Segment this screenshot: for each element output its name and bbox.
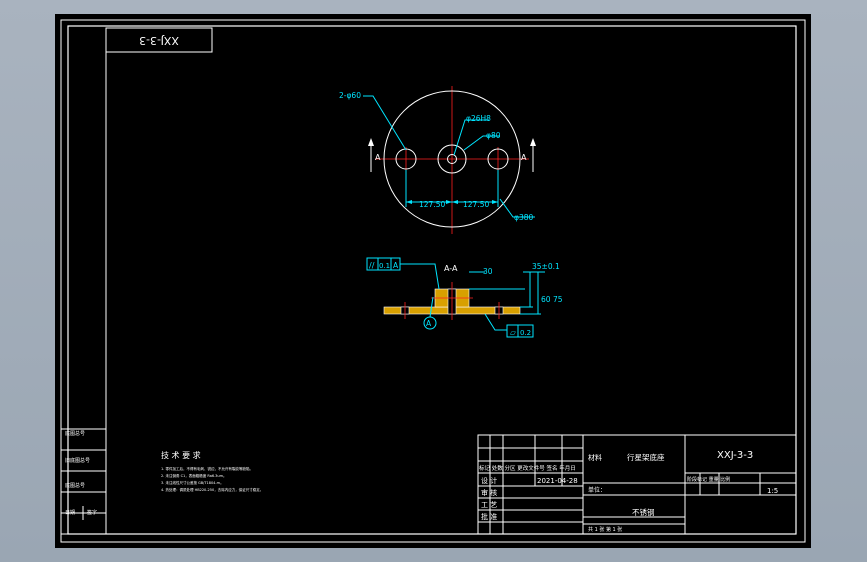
tech-title: 技 术 要 求 xyxy=(161,450,201,460)
flatness-symbol: ▱ xyxy=(510,328,516,337)
strip-text-2: 旧底图总号 xyxy=(65,457,90,464)
dim-75: 75 xyxy=(553,295,563,304)
parallel-symbol: // xyxy=(369,261,375,270)
outer-border xyxy=(60,19,806,543)
strip-text-3: 底图总号 xyxy=(65,482,85,489)
tech-line-4: 4. 热处理：调质处理 HB220-250，去除内应力，保证尺寸稳定。 xyxy=(161,487,263,492)
code-box-text: XXJ-3-3 xyxy=(139,34,179,47)
parallel-value: 0.1 xyxy=(379,262,390,270)
tb-scale: 1:5 xyxy=(767,487,778,495)
section-title: A-A xyxy=(444,264,458,273)
tech-line-1: 1. 零件加工后，不得有毛刺、锐边，不允许有裂纹等缺陷。 xyxy=(161,466,253,471)
drawing-canvas[interactable]: XXJ-3-3 底图总号 旧底图总号 底图总号 日期 签字 A A 2-φ60 … xyxy=(55,14,811,548)
section-mark-left: A xyxy=(375,153,381,162)
tb-design-label: 设 计 xyxy=(481,476,497,485)
tech-line-3: 3. 未注线性尺寸公差按 GB/T1804-m。 xyxy=(161,480,224,485)
tech-requirements: 技 术 要 求 1. 零件加工后，不得有毛刺、锐边，不允许有裂纹等缺陷。 2. … xyxy=(161,450,263,492)
label-boss: φ80 xyxy=(486,131,501,140)
dim-35: 35±0.1 xyxy=(532,262,560,271)
tb-approve-label: 批 准 xyxy=(481,512,497,521)
cad-drawing: XXJ-3-3 底图总号 旧底图总号 底图总号 日期 签字 A A 2-φ60 … xyxy=(60,19,806,543)
tb-header-row: 标记 处数 分区 更改文件号 签名 年月日 xyxy=(479,464,576,472)
section-mark-right: A xyxy=(521,153,527,162)
tb-material: 不锈钢 xyxy=(632,507,655,517)
flatness-value: 0.2 xyxy=(520,329,531,337)
label-outer: φ380 xyxy=(514,213,533,222)
strip-text-1: 底图总号 xyxy=(65,430,85,437)
tb-part-name: 行星架底座 xyxy=(627,452,665,462)
datum-label: A xyxy=(426,319,432,328)
parallel-datum: A xyxy=(393,261,399,270)
leader-holes xyxy=(363,95,407,151)
tb-material-label: 材料 xyxy=(588,453,602,462)
strip-text-5: 签字 xyxy=(87,509,97,516)
tech-line-2: 2. 未注倒角 C1，表面粗糙度 Ra6.3um。 xyxy=(161,473,227,478)
top-view: A A 2-φ60 φ26H8 φ80 φ380 127.50 127.50 xyxy=(339,86,536,234)
label-bore: φ26H8 xyxy=(466,114,491,123)
tb-stage-label: 阶段标记 重量 比例 xyxy=(687,476,730,483)
strip-text-4: 日期 xyxy=(65,510,75,516)
label-holes: 2-φ60 xyxy=(339,91,361,100)
tb-part-code: XXJ-3-3 xyxy=(717,450,753,461)
title-block: 标记 处数 分区 更改文件号 签名 年月日 设 计 2021-04-28 审 核… xyxy=(477,434,797,535)
tb-sheet: 共 1 张 第 1 张 xyxy=(588,526,622,533)
dim-30: 30 xyxy=(483,267,493,276)
code-box: XXJ-3-3 xyxy=(105,27,213,53)
dim-right: 127.50 xyxy=(463,200,489,209)
leader-bore xyxy=(453,119,489,156)
dim-left: 127.50 xyxy=(419,200,445,209)
tb-check-label: 审 核 xyxy=(481,488,497,497)
tb-unit-label: 单位： xyxy=(588,486,606,494)
section-view: A-A 30 35±0.1 60 75 // 0.1 A A ▱ 0.2 xyxy=(366,257,563,338)
tb-process-label: 工 艺 xyxy=(481,501,497,509)
tb-date: 2021-04-28 xyxy=(537,477,578,485)
dim-60: 60 xyxy=(541,295,551,304)
